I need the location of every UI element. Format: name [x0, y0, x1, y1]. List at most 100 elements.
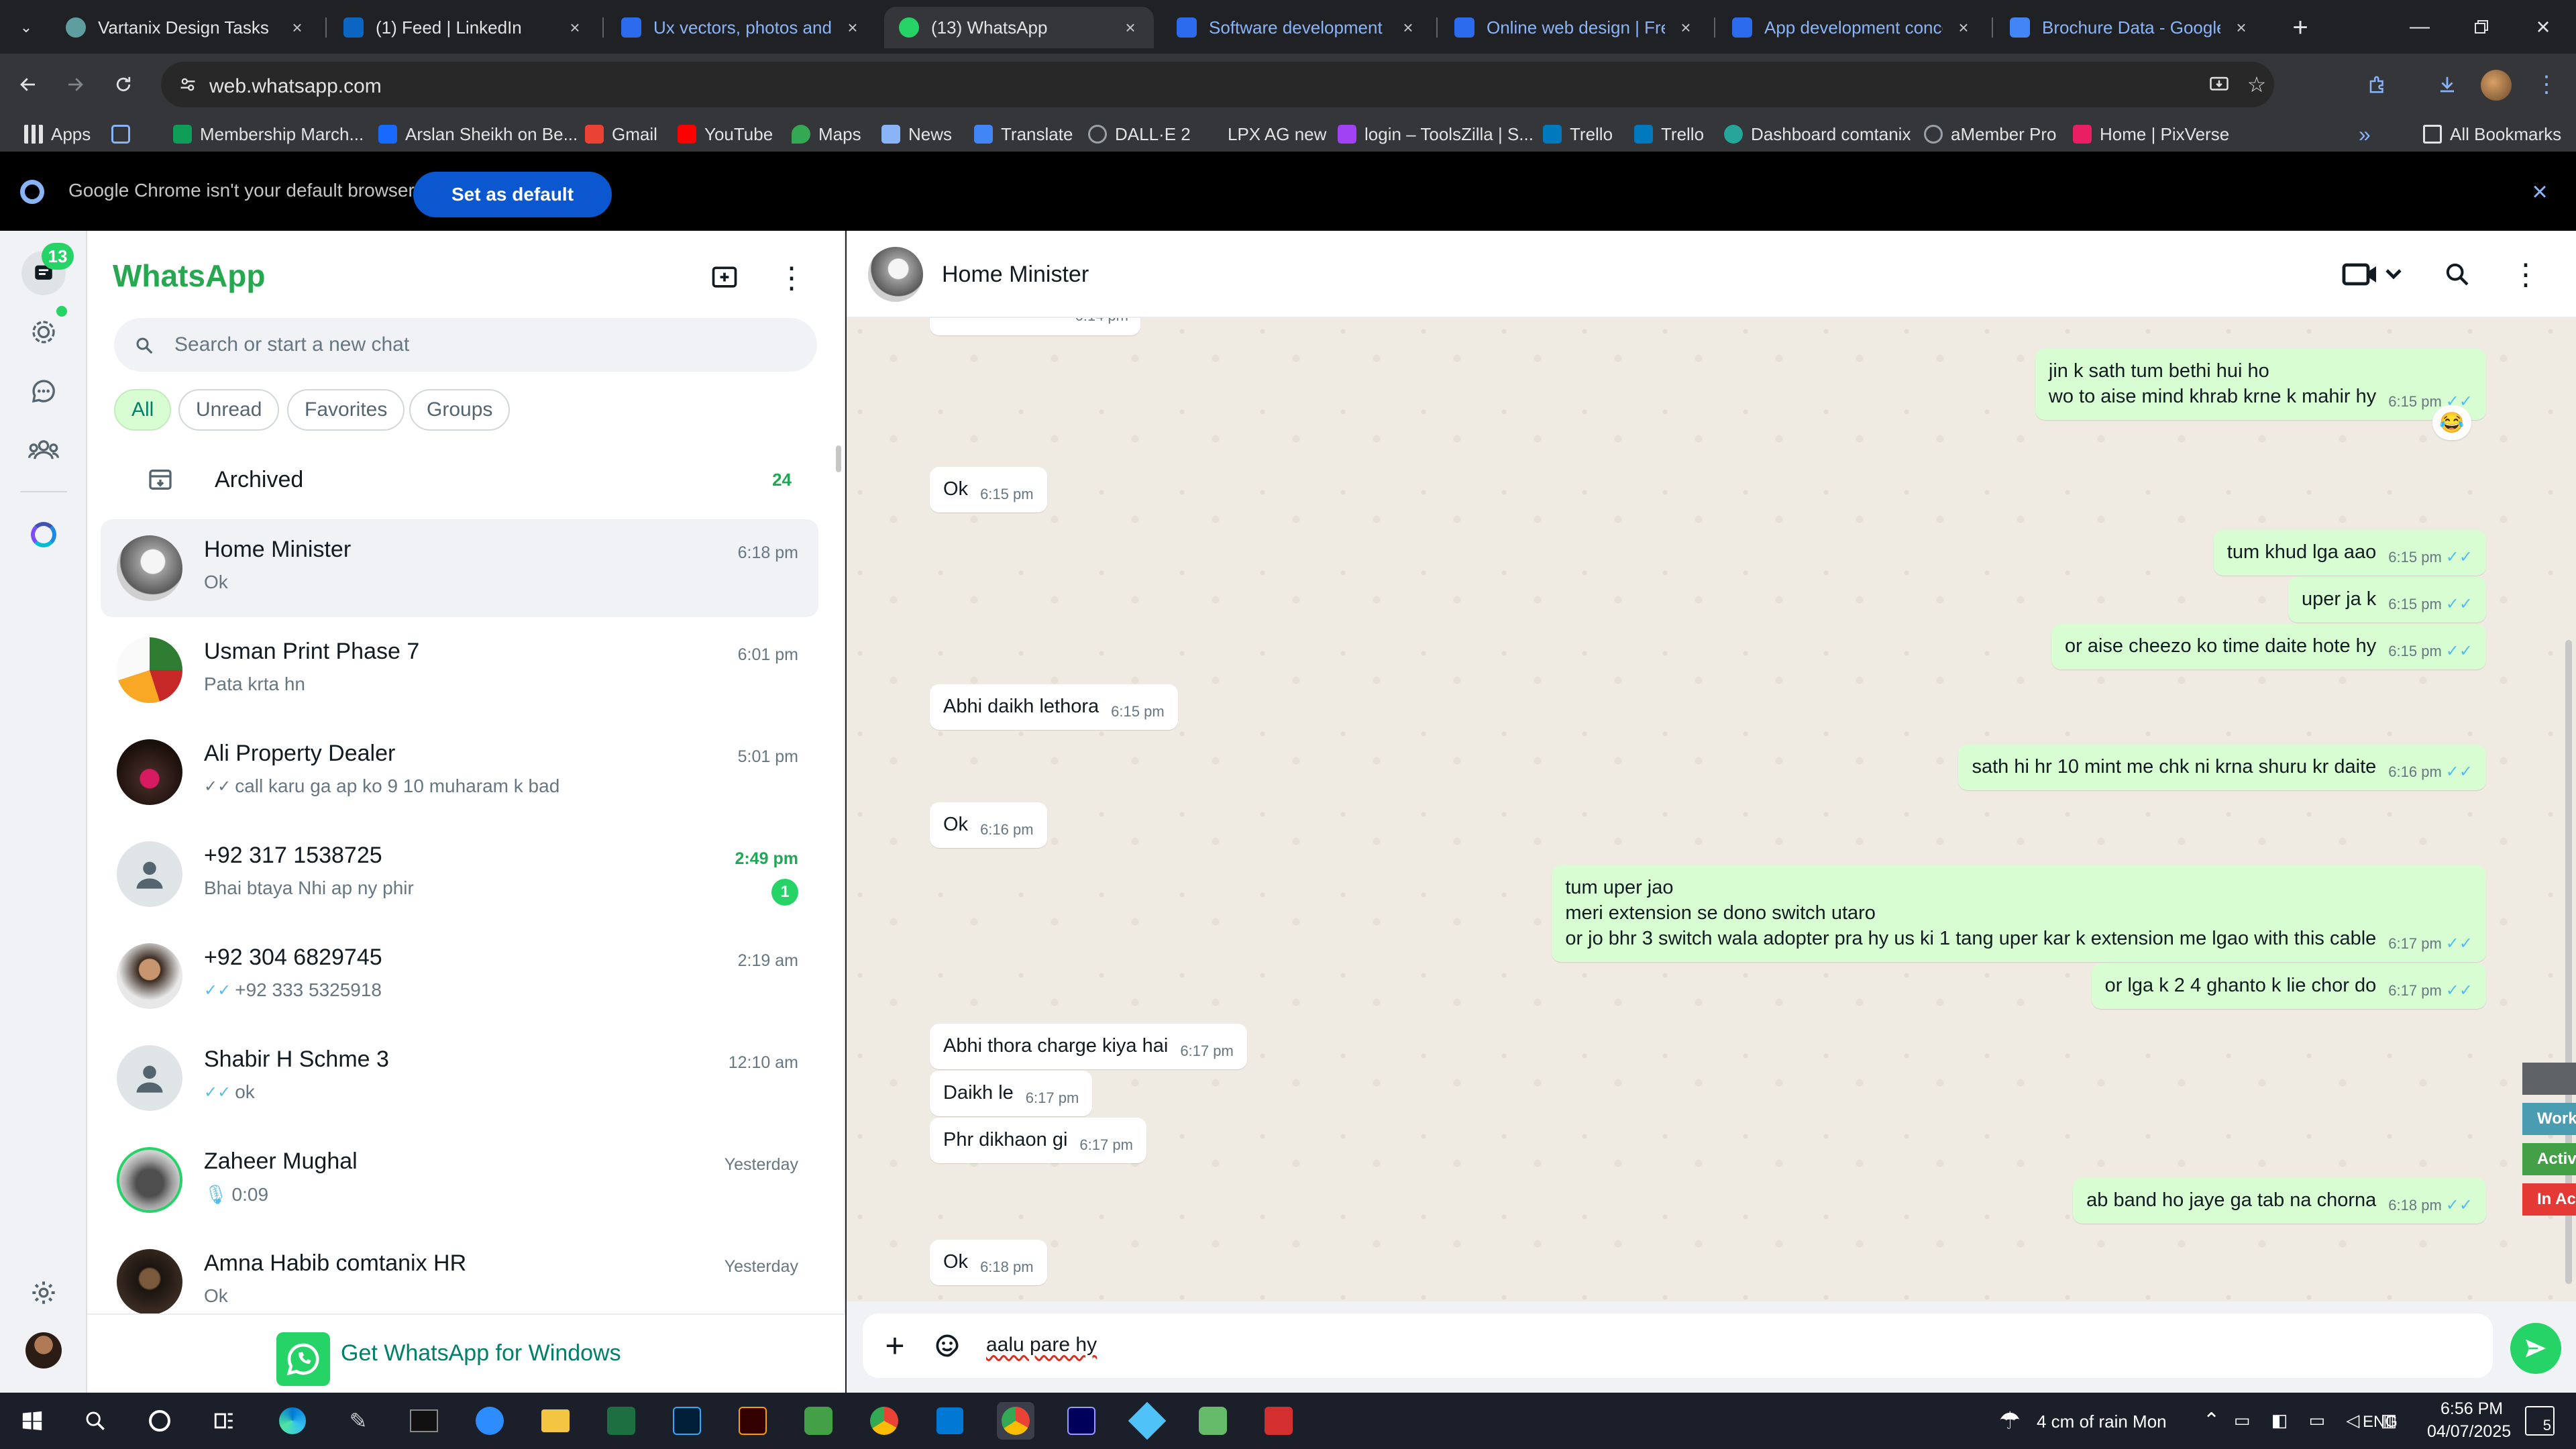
close-icon[interactable]: ×: [288, 19, 306, 36]
bookmark-translate[interactable]: Translate: [974, 123, 1073, 145]
chrome-menu-icon[interactable]: ⋮: [2533, 71, 2560, 98]
conversation-header[interactable]: Home Minister ⋮: [847, 231, 2576, 318]
bookmark-trello-1[interactable]: Trello: [1543, 123, 1613, 145]
start-button[interactable]: [13, 1402, 51, 1440]
close-icon[interactable]: ×: [844, 19, 861, 36]
close-window-button[interactable]: ×: [2520, 13, 2567, 40]
profile-avatar[interactable]: [2481, 70, 2512, 101]
bookmark-maps[interactable]: Maps: [792, 123, 861, 145]
bookmark-pixverse[interactable]: Home | PixVerse: [2073, 123, 2229, 145]
search-chat-button[interactable]: [2440, 258, 2474, 291]
close-icon[interactable]: ×: [1399, 19, 1417, 36]
bookmark-star-icon[interactable]: ☆: [2245, 72, 2269, 97]
back-icon[interactable]: [15, 71, 42, 98]
side-tag-work[interactable]: Work: [2522, 1103, 2576, 1135]
message-input[interactable]: aalu pare hy: [986, 1334, 1097, 1356]
terminal-taskbar-icon[interactable]: [405, 1402, 443, 1440]
chat-item-92-304[interactable]: +92 304 6829745 ✓✓ +92 333 5325918 2:19 a…: [101, 927, 818, 1025]
bookmark-gmail[interactable]: Gmail: [585, 123, 657, 145]
message-list[interactable]: 6:14 pm jin k sath tum bethi hui ho wo t…: [847, 318, 2576, 1301]
edge-taskbar-icon[interactable]: [274, 1402, 311, 1440]
contact-avatar[interactable]: [868, 247, 923, 302]
send-button[interactable]: [2510, 1323, 2561, 1374]
bookmark-dalle[interactable]: DALL·E 2: [1088, 123, 1191, 145]
bookmark-grid[interactable]: [111, 123, 130, 145]
chat-item-ali-property[interactable]: Ali Property Dealer ✓✓ call karu ga ap ko…: [101, 723, 818, 821]
tab-ux-vectors[interactable]: Ux vectors, photos and PSD ×: [606, 7, 876, 48]
bookmark-behance[interactable]: Arslan Sheikh on Be...: [378, 123, 578, 145]
bookmark-amember[interactable]: aMember Pro: [1924, 123, 2057, 145]
side-tag-inactive[interactable]: In Ac: [2522, 1183, 2576, 1216]
app-green-taskbar-icon[interactable]: [800, 1402, 837, 1440]
vscode-taskbar-icon[interactable]: [931, 1402, 969, 1440]
chrome-taskbar-icon[interactable]: [865, 1402, 903, 1440]
task-view-button[interactable]: [205, 1402, 243, 1440]
chat-item-amna[interactable]: Amna Habib comtanix HR Ok Yesterday: [101, 1233, 818, 1313]
language-indicator[interactable]: ENG: [2363, 1413, 2398, 1432]
filter-all[interactable]: All: [114, 389, 172, 431]
set-as-default-button[interactable]: Set as default: [413, 172, 612, 217]
bookmark-apps[interactable]: Apps: [24, 123, 91, 145]
restore-button[interactable]: [2458, 13, 2505, 40]
download-icon[interactable]: [2434, 71, 2461, 98]
bookmark-trello-2[interactable]: Trello: [1634, 123, 1704, 145]
new-chat-button[interactable]: [704, 258, 745, 298]
settings-nav-button[interactable]: [21, 1271, 66, 1315]
menu-icon[interactable]: ⋮: [771, 258, 812, 298]
profile-nav-button[interactable]: [21, 1328, 66, 1373]
chat-item-home-minister[interactable]: Home Minister Ok 6:18 pm: [101, 519, 818, 617]
chat-item-zaheer[interactable]: Zaheer Mughal 🎙 0:09 Yesterday: [101, 1131, 818, 1229]
app-green2-taskbar-icon[interactable]: [1194, 1402, 1232, 1440]
close-icon[interactable]: ×: [1677, 19, 1695, 36]
tab-whatsapp[interactable]: (13) WhatsApp ×: [884, 7, 1154, 48]
extensions-icon[interactable]: [2364, 71, 2391, 98]
bookmark-lpx[interactable]: LPX AG new: [1201, 123, 1326, 145]
weather-icon[interactable]: ☂: [1991, 1402, 2029, 1440]
video-call-button[interactable]: [2340, 258, 2407, 291]
all-bookmarks[interactable]: All Bookmarks: [2423, 123, 2561, 145]
pen-taskbar-icon[interactable]: ✎: [339, 1402, 377, 1440]
chat-item-92-317[interactable]: +92 317 1538725 Bhai btaya Nhi ap ny phi…: [101, 825, 818, 923]
tab-software-dev[interactable]: Software development pr ×: [1162, 7, 1432, 48]
weather-text[interactable]: 4 cm of rain Mon: [2037, 1411, 2167, 1432]
close-icon[interactable]: ×: [1122, 19, 1139, 36]
meta-ai-nav-button[interactable]: [21, 513, 66, 557]
reaction-emoji[interactable]: 😂: [2432, 405, 2471, 440]
bookmarks-overflow[interactable]: »: [2359, 122, 2371, 146]
clock-time[interactable]: 6:56 PM: [2440, 1399, 2503, 1419]
filter-groups[interactable]: Groups: [409, 389, 511, 431]
reload-icon[interactable]: [110, 71, 137, 98]
filter-unread[interactable]: Unread: [178, 389, 280, 431]
illustrator-taskbar-icon[interactable]: [734, 1402, 771, 1440]
sticker-button[interactable]: [930, 1328, 965, 1363]
acrobat-taskbar-icon[interactable]: [1260, 1402, 1297, 1440]
infobar-close-icon[interactable]: ×: [2526, 177, 2553, 207]
bookmark-dashboard[interactable]: Dashboard comtanix: [1724, 123, 1911, 145]
channels-nav-button[interactable]: [21, 369, 66, 413]
site-info-icon[interactable]: [177, 74, 199, 95]
tab-search-icon[interactable]: ⌄: [15, 16, 38, 39]
zoom-taskbar-icon[interactable]: [471, 1402, 508, 1440]
app-teal-taskbar-icon[interactable]: [1128, 1401, 1167, 1440]
bookmark-youtube[interactable]: YouTube: [678, 123, 773, 145]
address-bar[interactable]: web.whatsapp.com ☆: [161, 62, 2274, 107]
premiere-taskbar-icon[interactable]: [1063, 1402, 1100, 1440]
file-explorer-taskbar-icon[interactable]: [537, 1402, 574, 1440]
side-tag-active[interactable]: Activ: [2522, 1143, 2576, 1175]
archived-row[interactable]: Archived 24: [114, 445, 818, 513]
attach-button[interactable]: +: [877, 1327, 912, 1364]
close-icon[interactable]: ×: [2233, 19, 2250, 36]
chrome-active-taskbar-icon[interactable]: [997, 1402, 1034, 1440]
clock-date[interactable]: 04/07/2025: [2427, 1422, 2511, 1442]
bookmark-toolszilla[interactable]: login – ToolsZilla | S...: [1338, 123, 1534, 145]
tab-online-web[interactable]: Online web design | Free ×: [1440, 7, 1709, 48]
new-tab-button[interactable]: +: [2286, 13, 2314, 42]
close-icon[interactable]: ×: [566, 19, 584, 36]
notification-icon[interactable]: 5: [2525, 1406, 2555, 1436]
filter-favorites[interactable]: Favorites: [287, 389, 405, 431]
tab-vartanix[interactable]: Vartanix Design Tasks ×: [51, 7, 321, 48]
cortana-button[interactable]: [141, 1402, 178, 1440]
minimize-button[interactable]: —: [2396, 13, 2443, 40]
excel-taskbar-icon[interactable]: [602, 1402, 640, 1440]
bookmark-news[interactable]: News: [881, 123, 952, 145]
